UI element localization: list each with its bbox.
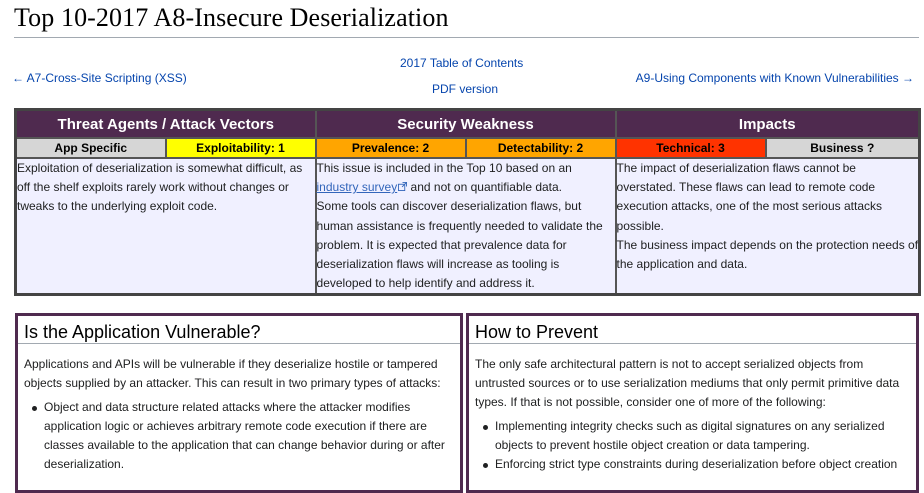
list-item-text: Object and data structure related attack… [44,400,445,471]
impacts-text-2: The business impact depends on the prote… [616,237,919,272]
bullet-icon [483,425,488,430]
bullet-icon [483,463,488,468]
technical-impact-rating: Technical: 3 [614,137,767,159]
next-page-link[interactable]: A9-Using Components with Known Vulnerabi… [636,71,914,85]
list-item-text: Implementing integrity checks such as di… [495,419,885,452]
threat-agents-header: Threat Agents / Attack Vectors [14,108,317,139]
security-weakness-description: This issue is included in the Top 10 bas… [314,157,617,296]
list-item: Object and data structure related attack… [32,398,452,474]
external-link-icon [398,182,408,192]
vulnerability-heading: Is the Application Vulnerable? [18,316,460,344]
weakness-rest-text: Some tools can discover deserialization … [316,199,603,291]
list-item: Implementing integrity checks such as di… [483,417,908,455]
weakness-post-link: and not on quantifiable data. [407,180,563,195]
table-of-contents-link[interactable]: 2017 Table of Contents [400,56,523,70]
app-specific-rating: App Specific [14,137,167,159]
list-item-text: Enforcing strict type constraints during… [495,457,898,471]
industry-survey-link[interactable]: industry survey [317,180,398,194]
impacts-header: Impacts [614,108,921,139]
prev-page-link[interactable]: ← A7-Cross-Site Scripting (XSS) [12,71,187,85]
threat-agents-description: Exploitation of deserialization is somew… [14,157,317,296]
detectability-rating: Detectability: 2 [464,137,617,159]
risk-rating-table: Threat Agents / Attack Vectors Security … [14,108,922,297]
business-impact-rating: Business ? [764,137,921,159]
prevention-list: Implementing integrity checks such as di… [475,417,908,474]
weakness-text: This issue is included in the Top 10 bas… [317,159,615,197]
list-item: Enforcing strict type constraints during… [483,455,908,474]
prevention-intro: The only safe architectural pattern is n… [475,357,900,409]
exploitability-rating: Exploitability: 1 [164,137,317,159]
prevalence-rating: Prevalence: 2 [314,137,467,159]
vulnerability-intro: Applications and APIs will be vulnerable… [24,357,441,390]
prevention-section: How to Prevent The only safe architectur… [466,313,919,493]
vulnerability-list: Object and data structure related attack… [24,398,452,474]
impacts-text-1: The impact of deserialization flaws cann… [616,161,882,233]
pdf-version-link[interactable]: PDF version [432,82,498,96]
impacts-description: The impact of deserialization flaws cann… [614,157,921,296]
threat-text: Exploitation of deserialization is somew… [17,161,303,214]
title-divider [14,37,919,38]
page-title: Top 10-2017 A8-Insecure Deserialization [14,3,449,32]
bullet-icon [32,406,37,411]
weakness-pre-link: This issue is included in the Top 10 bas… [316,161,572,175]
prevention-heading: How to Prevent [469,316,916,344]
security-weakness-header: Security Weakness [314,108,617,139]
vulnerability-section: Is the Application Vulnerable? Applicati… [15,313,463,493]
